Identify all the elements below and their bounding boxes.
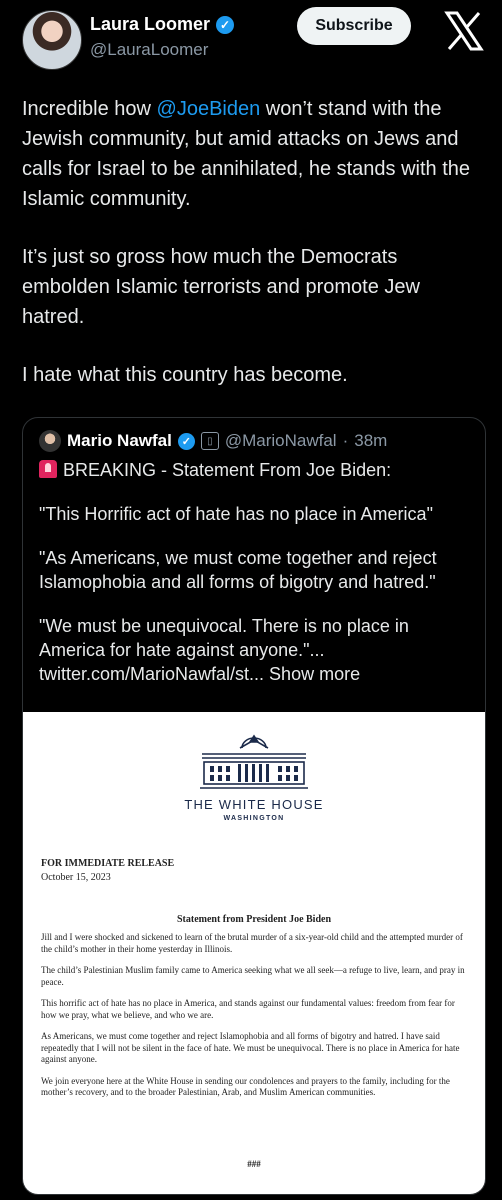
statement-paragraph: As Americans, we must come together and … [41,1031,460,1064]
quoted-text: BREAKING - Statement From Joe Biden: [63,460,392,480]
quoted-author-handle[interactable]: @MarioNawfal [225,431,337,451]
quoted-timestamp[interactable]: 38m [354,431,387,451]
x-logo-icon[interactable] [444,10,484,52]
verified-badge-icon: ✓ [177,432,195,450]
quoted-avatar[interactable] [39,430,61,452]
tweet-text: Incredible how @JoeBiden won’t stand wit… [22,94,486,418]
release-label: FOR IMMEDIATE RELEASE [41,858,175,869]
quoted-tweet[interactable]: Mario Nawfal ✓ ▯ @MarioNawfal · 38m BREA… [22,417,486,1195]
end-marker: ### [247,1159,261,1169]
tweet-header: Laura Loomer ✓ @LauraLoomer Subscribe [0,0,502,80]
statement-paragraph: This horrific act of hate has no place i… [41,998,455,1020]
release-date: October 15, 2023 [41,872,111,883]
siren-icon [39,460,57,478]
author-name[interactable]: Laura Loomer [90,14,210,35]
white-house-logo [200,734,308,789]
quoted-line-4[interactable]: "We must be unequivocal. There is no pla… [39,614,471,686]
statement-paragraph: Jill and I were shocked and sickened to … [41,932,463,954]
statement-body: Jill and I were shocked and sickened to … [41,932,469,1109]
quoted-line-3: "As Americans, we must come together and… [39,548,437,592]
verified-badge-icon: ✓ [216,15,235,34]
quoted-line-1: BREAKING - Statement From Joe Biden: [39,458,471,482]
statement-paragraph: We join everyone here at the White House… [41,1075,450,1098]
statement-title: Statement from President Joe Biden [176,914,332,925]
avatar[interactable] [22,10,82,70]
quoted-line-2: "This Horrific act of hate has no place … [39,504,433,524]
tweet-text-segment: Incredible how [22,98,157,120]
quoted-tweet-body: BREAKING - Statement From Joe Biden: "Th… [39,458,471,706]
subscribe-button[interactable]: Subscribe [297,7,411,45]
tweet-paragraph-1: Incredible how @JoeBiden won’t stand wit… [22,94,486,214]
statement-paragraph: The child’s Palestinian Muslim family ca… [41,965,465,987]
tweet-paragraph-3: I hate what this country has become. [22,364,348,386]
mention-link[interactable]: @JoeBiden [157,98,261,120]
author-handle[interactable]: @LauraLoomer [90,40,208,60]
quoted-author-name[interactable]: Mario Nawfal [67,431,172,451]
quoted-tweet-header: Mario Nawfal ✓ ▯ @MarioNawfal · 38m [39,430,387,452]
attached-statement-image[interactable]: THE WHITE HOUSE WASHINGTON FOR IMMEDIATE… [23,712,485,1194]
tweet-paragraph-2: It’s just so gross how much the Democrat… [22,246,420,328]
author-name-row[interactable]: Laura Loomer ✓ [90,14,235,35]
affiliate-badge-icon: ▯ [200,432,219,450]
separator: · [342,431,349,450]
document-org: THE WHITE HOUSE [184,797,324,812]
document-city: WASHINGTON [223,815,285,822]
